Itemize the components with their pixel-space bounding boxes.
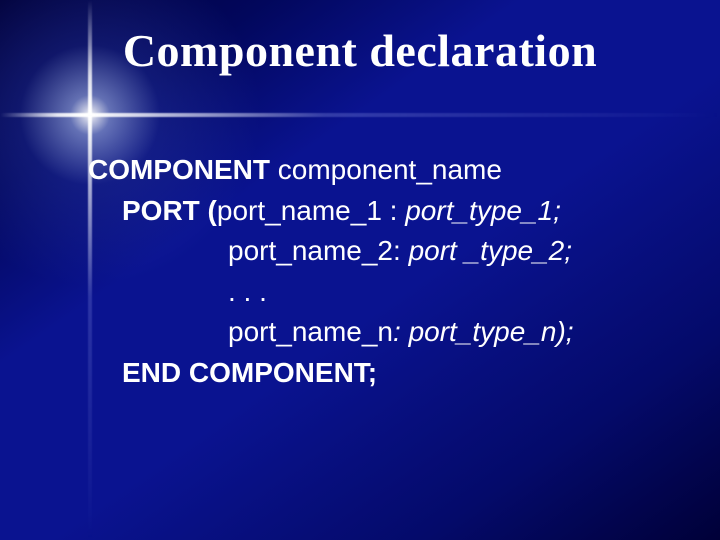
code-line-2: PORT (port_name_1 : port_type_1;: [88, 191, 680, 232]
port-name-n: port_name_n: [228, 316, 393, 347]
slide-body: COMPONENT component_name PORT (port_name…: [88, 150, 680, 394]
port-type-1: port_type_1;: [405, 195, 561, 226]
port-type-2: port _type_2;: [409, 235, 572, 266]
component-name: component_name: [278, 154, 502, 185]
port-name-1: port_name_1 :: [217, 195, 405, 226]
code-line-4: . . .: [88, 272, 680, 313]
slide-title: Component declaration: [0, 24, 720, 77]
code-line-6: END COMPONENT;: [88, 353, 680, 394]
slide: Component declaration COMPONENT componen…: [0, 0, 720, 540]
kw-port-open: PORT (: [122, 195, 217, 226]
kw-end-component: END COMPONENT;: [122, 357, 377, 388]
port-name-2: port_name_2:: [228, 235, 409, 266]
flare-horizontal: [0, 113, 720, 117]
code-line-5: port_name_n: port_type_n);: [88, 312, 680, 353]
code-line-1: COMPONENT component_name: [88, 150, 680, 191]
ellipsis: . . .: [228, 276, 267, 307]
kw-component: COMPONENT: [88, 154, 278, 185]
port-type-n: : port_type_n);: [393, 316, 574, 347]
code-line-3: port_name_2: port _type_2;: [88, 231, 680, 272]
